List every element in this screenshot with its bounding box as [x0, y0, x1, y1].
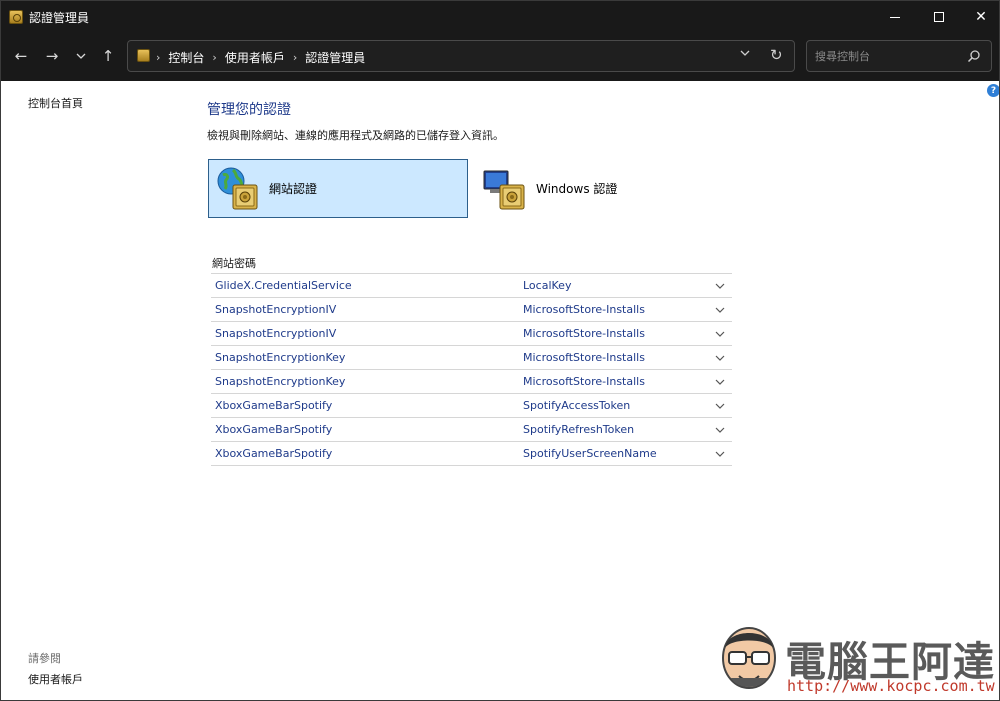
- up-button[interactable]: ↑: [97, 45, 119, 67]
- breadcrumb-control-panel[interactable]: 控制台: [168, 49, 204, 66]
- credential-manager-icon: [9, 10, 23, 24]
- credential-name: XboxGameBarSpotify: [215, 447, 333, 460]
- breadcrumb-user-accounts[interactable]: 使用者帳戶: [225, 49, 285, 66]
- credential-name: GlideX.CredentialService: [215, 279, 352, 292]
- credential-row[interactable]: GlideX.CredentialService LocalKey: [211, 274, 732, 298]
- arrow-left-icon: ←: [14, 47, 28, 65]
- expand-chevron-icon[interactable]: [714, 424, 726, 436]
- title-bar: 認證管理員 ✕: [1, 1, 999, 33]
- breadcrumb-separator: ›: [156, 51, 161, 64]
- credential-row[interactable]: XboxGameBarSpotify SpotifyAccessToken: [211, 394, 732, 418]
- control-panel-home-link[interactable]: 控制台首頁: [28, 95, 83, 111]
- chevron-down-icon: [740, 50, 750, 56]
- windows-credentials-tab[interactable]: Windows 認證: [476, 159, 676, 218]
- credential-manager-window: 認證管理員 ✕ ← → ↑ › 控制台 › 使用者帳戶 › 認證管理員 ↻ 搜尋…: [0, 0, 1000, 701]
- chevron-down-icon: [76, 53, 86, 59]
- credential-row[interactable]: SnapshotEncryptionKey MicrosoftStore-Ins…: [211, 346, 732, 370]
- address-bar[interactable]: › 控制台 › 使用者帳戶 › 認證管理員 ↻: [127, 40, 795, 72]
- refresh-icon: ↻: [770, 46, 783, 64]
- close-button[interactable]: ✕: [960, 1, 999, 33]
- credential-name: SnapshotEncryptionIV: [215, 327, 337, 340]
- watermark-url: http://www.kocpc.com.tw: [787, 677, 995, 695]
- credential-user: MicrosoftStore-Installs: [523, 375, 645, 388]
- credential-name: SnapshotEncryptionKey: [215, 375, 346, 388]
- page-description: 檢視與刪除網站、連線的應用程式及網路的已儲存登入資訊。: [207, 129, 504, 142]
- breadcrumb-separator: ›: [212, 51, 217, 64]
- watermark: 電腦王阿達 http://www.kocpc.com.tw: [713, 616, 998, 696]
- credential-list: GlideX.CredentialService LocalKey Snapsh…: [211, 273, 732, 466]
- credential-user: SpotifyUserScreenName: [523, 447, 657, 460]
- breadcrumb: › 控制台 › 使用者帳戶 › 認證管理員: [156, 49, 365, 66]
- user-accounts-link[interactable]: 使用者帳戶: [28, 671, 83, 687]
- credential-row[interactable]: XboxGameBarSpotify SpotifyRefreshToken: [211, 418, 732, 442]
- arrow-right-icon: →: [45, 47, 59, 65]
- expand-chevron-icon[interactable]: [714, 328, 726, 340]
- navigation-bar: ← → ↑ › 控制台 › 使用者帳戶 › 認證管理員 ↻: [1, 33, 999, 81]
- expand-chevron-icon[interactable]: [714, 448, 726, 460]
- search-input[interactable]: [815, 48, 965, 64]
- windows-credentials-icon: [482, 165, 530, 213]
- expand-chevron-icon[interactable]: [714, 400, 726, 412]
- credential-name: XboxGameBarSpotify: [215, 423, 333, 436]
- mascot-face-icon: [722, 627, 776, 689]
- arrow-up-icon: ↑: [101, 47, 115, 65]
- credential-row[interactable]: XboxGameBarSpotify SpotifyUserScreenName: [211, 442, 732, 466]
- web-passwords-section-label: 網站密碼: [212, 257, 256, 270]
- help-icon[interactable]: ?: [987, 84, 999, 97]
- address-dropdown-button[interactable]: [740, 48, 750, 59]
- expand-chevron-icon[interactable]: [714, 376, 726, 388]
- forward-button[interactable]: →: [41, 45, 63, 67]
- credential-name: XboxGameBarSpotify: [215, 399, 333, 412]
- see-also-label: 請參閱: [28, 652, 61, 665]
- back-button[interactable]: ←: [10, 45, 32, 67]
- credential-name: SnapshotEncryptionIV: [215, 303, 337, 316]
- windows-credentials-label: Windows 認證: [536, 182, 618, 196]
- credential-user: SpotifyAccessToken: [523, 399, 631, 412]
- expand-chevron-icon[interactable]: [714, 352, 726, 364]
- search-box: [806, 40, 992, 72]
- credential-user: MicrosoftStore-Installs: [523, 303, 645, 316]
- page-title: 管理您的認證: [207, 102, 291, 118]
- window-title: 認證管理員: [29, 11, 90, 25]
- credential-row[interactable]: SnapshotEncryptionIV MicrosoftStore-Inst…: [211, 322, 732, 346]
- breadcrumb-credential-manager[interactable]: 認證管理員: [305, 49, 365, 66]
- credential-row[interactable]: SnapshotEncryptionIV MicrosoftStore-Inst…: [211, 298, 732, 322]
- credential-user: MicrosoftStore-Installs: [523, 351, 645, 364]
- refresh-button[interactable]: ↻: [770, 46, 783, 64]
- credential-user: MicrosoftStore-Installs: [523, 327, 645, 340]
- recent-locations-button[interactable]: [70, 45, 92, 67]
- maximize-button[interactable]: [918, 1, 960, 33]
- minimize-icon: [890, 16, 900, 18]
- search-icon[interactable]: [967, 49, 981, 63]
- expand-chevron-icon[interactable]: [714, 280, 726, 292]
- web-credentials-label: 網站認證: [269, 182, 318, 196]
- breadcrumb-separator: ›: [292, 51, 298, 64]
- credential-row[interactable]: SnapshotEncryptionKey MicrosoftStore-Ins…: [211, 370, 732, 394]
- credential-name: SnapshotEncryptionKey: [215, 351, 346, 364]
- maximize-icon: [934, 12, 944, 22]
- web-credentials-tab[interactable]: 網站認證: [208, 159, 468, 218]
- web-credentials-icon: [215, 165, 263, 213]
- credential-user: SpotifyRefreshToken: [523, 423, 635, 436]
- control-panel-icon: [137, 49, 150, 62]
- minimize-button[interactable]: [874, 1, 916, 33]
- credential-user: LocalKey: [523, 279, 572, 292]
- close-icon: ✕: [975, 9, 987, 25]
- expand-chevron-icon[interactable]: [714, 304, 726, 316]
